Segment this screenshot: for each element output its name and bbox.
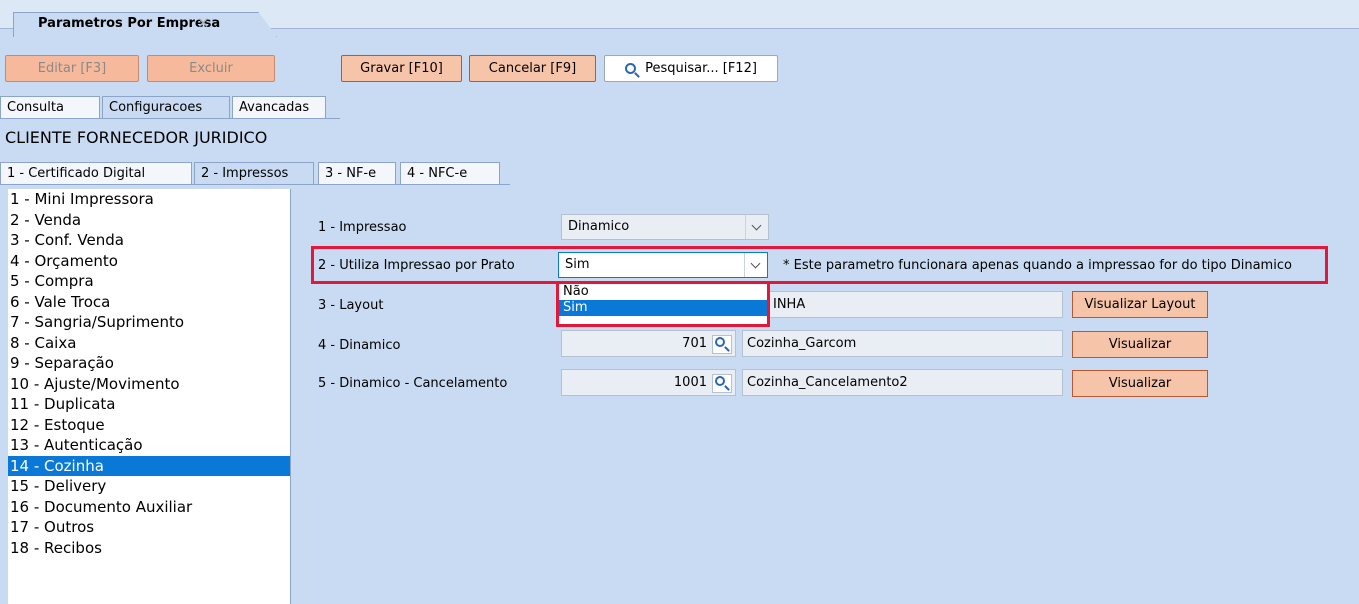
search-icon xyxy=(625,63,637,74)
impressao-label: 1 - Impressao xyxy=(318,220,407,235)
tab-nfce[interactable]: 4 - NFC-e xyxy=(400,162,500,184)
tab-avancadas[interactable]: Avancadas xyxy=(232,96,326,118)
chevron-down-icon[interactable] xyxy=(744,253,767,277)
section-list: 1 - Mini Impressora 2 - Venda 3 - Conf. … xyxy=(8,189,291,604)
dinamico-code: 701 xyxy=(682,336,707,351)
document-tab-title: Parametros Por Empresa xyxy=(38,16,221,31)
list-item[interactable]: 4 - Orçamento xyxy=(8,251,290,272)
list-item[interactable]: 18 - Recibos xyxy=(8,538,290,559)
cancelamento-code-field[interactable]: 1001 xyxy=(561,369,736,396)
tab-configuracoes[interactable]: Configuracoes xyxy=(102,96,230,118)
save-button[interactable]: Gravar [F10] xyxy=(341,55,462,82)
search-button-label: Pesquisar... [F12] xyxy=(645,61,757,76)
list-item[interactable]: 12 - Estoque xyxy=(8,415,290,436)
tab-certificado-digital[interactable]: 1 - Certificado Digital xyxy=(0,162,192,184)
cancelamento-value: Cozinha_Cancelamento2 xyxy=(747,375,908,390)
list-item[interactable]: 11 - Duplicata xyxy=(8,394,290,415)
tab-consulta[interactable]: Consulta xyxy=(0,96,100,118)
layout-field: INHA xyxy=(768,291,1063,318)
dinamico-code-field[interactable]: 701 xyxy=(561,330,736,357)
list-item[interactable]: 6 - Vale Troca xyxy=(8,292,290,313)
impressao-select[interactable]: Dinamico xyxy=(561,214,769,240)
list-item[interactable]: 8 - Caixa xyxy=(8,333,290,354)
search-icon xyxy=(715,337,725,347)
delete-button[interactable]: Excluir xyxy=(147,55,275,82)
list-item[interactable]: 3 - Conf. Venda xyxy=(8,230,290,251)
document-tab[interactable]: Parametros Por Empresa ✕ xyxy=(13,12,277,37)
layout-label: 3 - Layout xyxy=(318,298,384,313)
section-title: CLIENTE FORNECEDOR JURIDICO xyxy=(5,128,268,147)
tab-nfe[interactable]: 3 - NF-e xyxy=(318,162,396,184)
cancelamento-code: 1001 xyxy=(673,375,707,390)
dropdown-highlight-box xyxy=(556,281,770,327)
visualizar-dinamico-button[interactable]: Visualizar xyxy=(1072,331,1208,358)
cancelamento-label: 5 - Dinamico - Cancelamento xyxy=(318,376,508,391)
list-item[interactable]: 10 - Ajuste/Movimento xyxy=(8,374,290,395)
list-item-selected[interactable]: 14 - Cozinha xyxy=(8,455,290,476)
list-item[interactable]: 15 - Delivery xyxy=(8,476,290,497)
edit-button[interactable]: Editar [F3] xyxy=(5,55,139,82)
search-icon xyxy=(715,376,725,386)
search-button[interactable]: Pesquisar... [F12] xyxy=(604,55,778,82)
dinamico-name-field: Cozinha_Garcom xyxy=(742,330,1063,357)
impressao-value: Dinamico xyxy=(568,219,630,234)
layout-value: INHA xyxy=(773,297,806,312)
list-item[interactable]: 5 - Compra xyxy=(8,271,290,292)
list-item[interactable]: 7 - Sangria/Suprimento xyxy=(8,312,290,333)
list-item[interactable]: 1 - Mini Impressora xyxy=(8,189,290,210)
cancel-button[interactable]: Cancelar [F9] xyxy=(469,55,596,82)
tab-impressos[interactable]: 2 - Impressos xyxy=(194,162,314,184)
prato-label: 2 - Utiliza Impressao por Prato xyxy=(318,258,515,273)
chevron-down-icon[interactable] xyxy=(745,215,768,239)
visualizar-cancelamento-button[interactable]: Visualizar xyxy=(1072,370,1208,397)
prato-select[interactable]: Sim xyxy=(558,252,768,278)
visualizar-layout-button[interactable]: Visualizar Layout xyxy=(1072,291,1208,318)
prato-note: * Este parametro funcionara apenas quand… xyxy=(783,258,1292,273)
list-item[interactable]: 16 - Documento Auxiliar xyxy=(8,497,290,518)
list-item[interactable]: 17 - Outros xyxy=(8,517,290,538)
cancelamento-name-field: Cozinha_Cancelamento2 xyxy=(742,369,1063,396)
lookup-button[interactable] xyxy=(712,374,732,393)
list-item[interactable]: 9 - Separação xyxy=(8,353,290,374)
close-icon[interactable]: ✕ xyxy=(197,14,210,32)
list-item[interactable]: 13 - Autenticação xyxy=(8,435,290,456)
dinamico-label: 4 - Dinamico xyxy=(318,338,401,353)
lookup-button[interactable] xyxy=(712,335,732,354)
dinamico-value: Cozinha_Garcom xyxy=(747,336,857,351)
list-item[interactable]: 2 - Venda xyxy=(8,210,290,231)
prato-value: Sim xyxy=(565,257,590,272)
app-window: Parametros Por Empresa ✕ Editar [F3] Exc… xyxy=(0,0,1359,604)
